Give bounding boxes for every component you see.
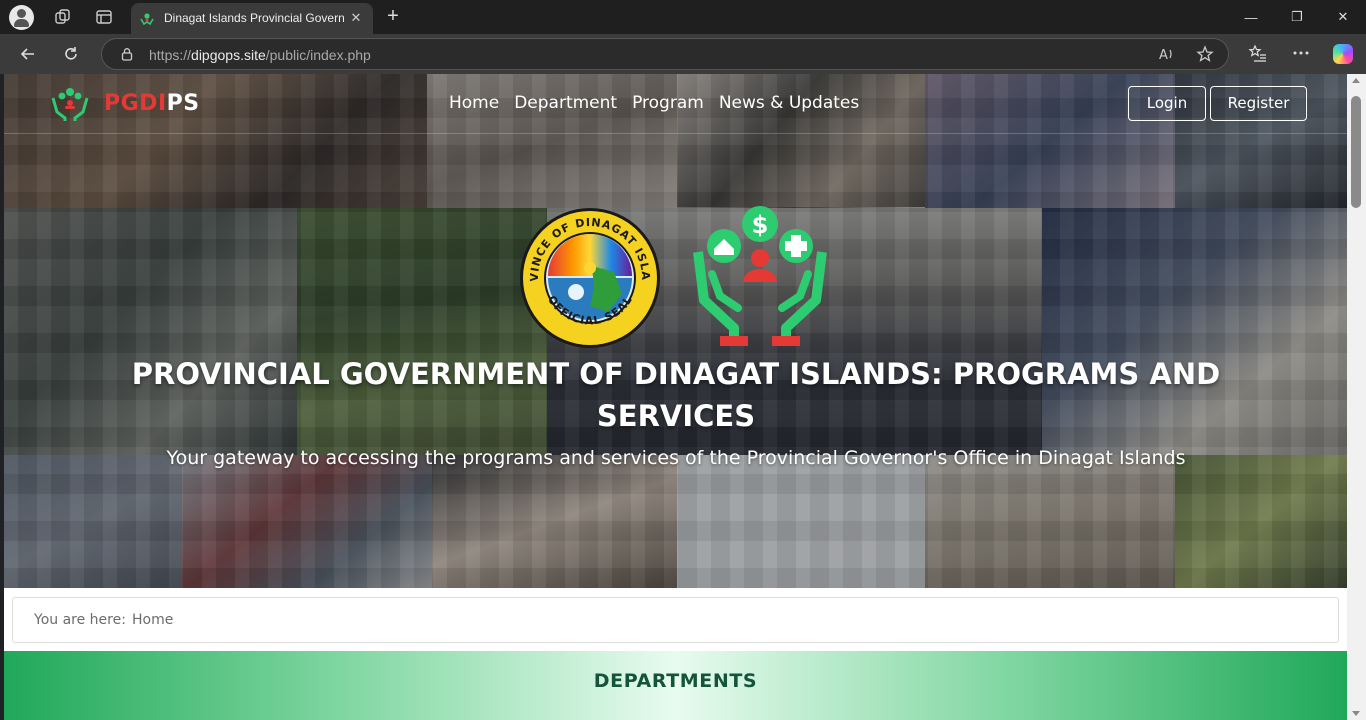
site-favicon-icon	[140, 13, 154, 26]
more-menu-icon[interactable]	[1290, 43, 1312, 65]
new-tab-button[interactable]: +	[382, 6, 404, 28]
address-bar[interactable]: https://dipgops.site/public/index.php A	[101, 38, 1229, 70]
lock-icon[interactable]	[120, 47, 134, 61]
nav-department[interactable]: Department	[514, 93, 617, 113]
url-domain: dipgops.site	[191, 47, 266, 63]
page-viewport: PGDIPS Home Department Program News & Up…	[4, 74, 1347, 720]
svg-text:$: $	[752, 211, 769, 239]
copilot-icon[interactable]	[1333, 44, 1353, 64]
url-path: /public/index.php	[265, 47, 371, 63]
breadcrumb: You are here: Home	[12, 597, 1339, 643]
breadcrumb-label: You are here:	[34, 612, 126, 628]
tab-actions-icon[interactable]	[91, 5, 117, 29]
read-aloud-icon[interactable]: A	[1156, 45, 1176, 65]
breadcrumb-section: You are here: Home	[4, 588, 1347, 651]
scrollbar-thumb[interactable]	[1351, 96, 1361, 208]
hero-overlay	[4, 74, 1347, 588]
register-button[interactable]: Register	[1210, 86, 1307, 121]
site-navbar: PGDIPS Home Department Program News & Up…	[4, 74, 1347, 134]
nav-news-updates[interactable]: News & Updates	[719, 93, 859, 113]
tab-title: Dinagat Islands Provincial Governo	[164, 11, 344, 25]
breadcrumb-home-link[interactable]: Home	[132, 612, 173, 628]
login-button[interactable]: Login	[1128, 86, 1206, 121]
back-arrow-icon[interactable]	[15, 41, 41, 67]
tab-close-icon[interactable]: ✕	[347, 9, 365, 27]
browser-tab-bar: Dinagat Islands Provincial Governo ✕ + —…	[0, 0, 1366, 34]
services-emblem-icon: $	[693, 206, 827, 346]
brand-name-part1: PGDI	[104, 91, 167, 116]
profile-avatar-icon[interactable]	[9, 5, 34, 30]
window-close-button[interactable]: ✕	[1320, 0, 1366, 34]
scroll-down-arrow-icon[interactable]	[1352, 711, 1360, 716]
main-nav: Home Department Program News & Updates	[449, 93, 859, 113]
brand-logo-icon[interactable]	[51, 86, 89, 122]
nav-home[interactable]: Home	[449, 93, 499, 113]
hero-title: PROVINCIAL GOVERNMENT OF DINAGAT ISLANDS…	[131, 357, 1221, 433]
page-scrollbar[interactable]	[1347, 74, 1366, 720]
favorite-star-icon[interactable]	[1195, 45, 1215, 65]
url-text[interactable]: https://dipgops.site/public/index.php	[149, 47, 371, 63]
window-maximize-button[interactable]: ❐	[1274, 0, 1320, 34]
hero-subtitle: Your gateway to accessing the programs a…	[166, 447, 1186, 469]
nav-program[interactable]: Program	[632, 93, 704, 113]
scroll-up-arrow-icon[interactable]	[1352, 78, 1360, 83]
workspaces-icon[interactable]	[50, 5, 76, 29]
departments-heading: DEPARTMENTS	[593, 670, 758, 692]
browser-toolbar: https://dipgops.site/public/index.php A	[0, 34, 1366, 74]
official-seal-icon: PROVINCE OF DINAGAT ISLANDS OFFICIAL SEA…	[518, 206, 660, 348]
tab-active[interactable]: Dinagat Islands Provincial Governo ✕	[131, 3, 373, 34]
window-minimize-button[interactable]: —	[1228, 0, 1274, 34]
url-prefix: https://	[149, 47, 192, 63]
refresh-icon[interactable]	[58, 41, 84, 67]
favorites-list-icon[interactable]	[1247, 43, 1269, 65]
departments-banner: DEPARTMENTS	[4, 651, 1347, 720]
brand-name[interactable]: PGDIPS	[104, 91, 200, 116]
svg-text:A: A	[1159, 48, 1168, 63]
brand-name-part2: PS	[166, 91, 200, 116]
hero-section: PGDIPS Home Department Program News & Up…	[4, 74, 1347, 588]
